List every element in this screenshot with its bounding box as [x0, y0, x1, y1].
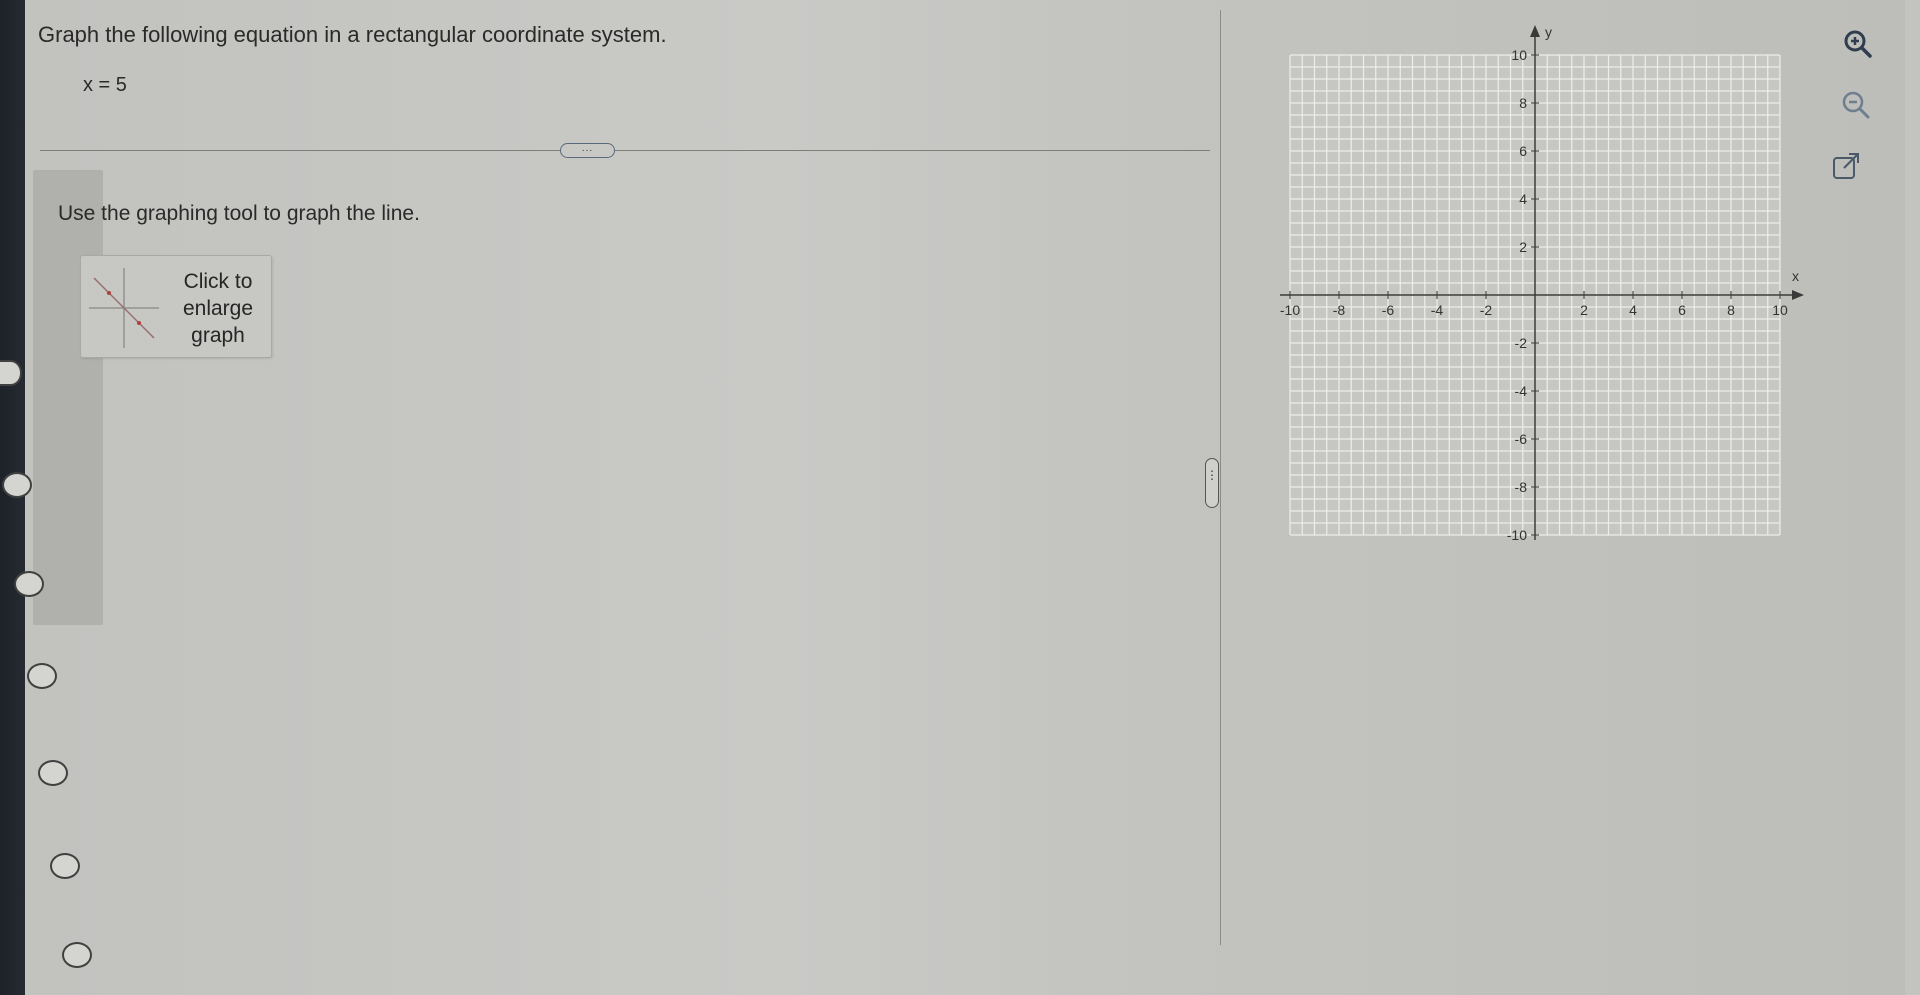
x-tick-label: -10: [1280, 302, 1300, 318]
zoom-in-icon: [1844, 30, 1872, 58]
y-tick-label: -2: [1515, 335, 1528, 351]
y-tick-label: -8: [1515, 479, 1528, 495]
x-tick-label: 4: [1629, 302, 1637, 318]
x-axis-label: x: [1792, 268, 1799, 284]
external-link-icon: [1833, 153, 1859, 179]
x-tick-label: -8: [1333, 302, 1346, 318]
y-tick-label: 2: [1519, 239, 1527, 255]
y-axis-arrow: [1530, 25, 1540, 37]
zoom-out-button[interactable]: [1838, 87, 1874, 123]
x-tick-label: 10: [1772, 302, 1788, 318]
y-tick-label: 4: [1519, 191, 1527, 207]
y-tick-label: -4: [1515, 383, 1528, 399]
x-tick-label: -6: [1382, 302, 1395, 318]
x-tick-label: -2: [1480, 302, 1493, 318]
x-tick-label: 2: [1580, 302, 1588, 318]
popout-button[interactable]: [1828, 148, 1864, 184]
y-tick-label: -6: [1515, 431, 1528, 447]
x-axis-arrow: [1792, 290, 1804, 300]
zoom-out-icon: [1842, 91, 1870, 119]
coordinate-graph[interactable]: x y -10 -8 -6 -4 -2 2 4 6 8 10 10 8 6 4 2 -2 -4 -6 -8 -10: [0, 0, 1920, 995]
x-tick-label: -4: [1431, 302, 1444, 318]
y-tick-label: 8: [1519, 95, 1527, 111]
zoom-in-button[interactable]: [1840, 26, 1876, 62]
y-tick-label: 10: [1511, 47, 1527, 63]
x-tick-label: 6: [1678, 302, 1686, 318]
y-tick-label: -10: [1507, 527, 1527, 543]
y-tick-label: 6: [1519, 143, 1527, 159]
y-axis-label: y: [1545, 24, 1552, 40]
x-tick-label: 8: [1727, 302, 1735, 318]
